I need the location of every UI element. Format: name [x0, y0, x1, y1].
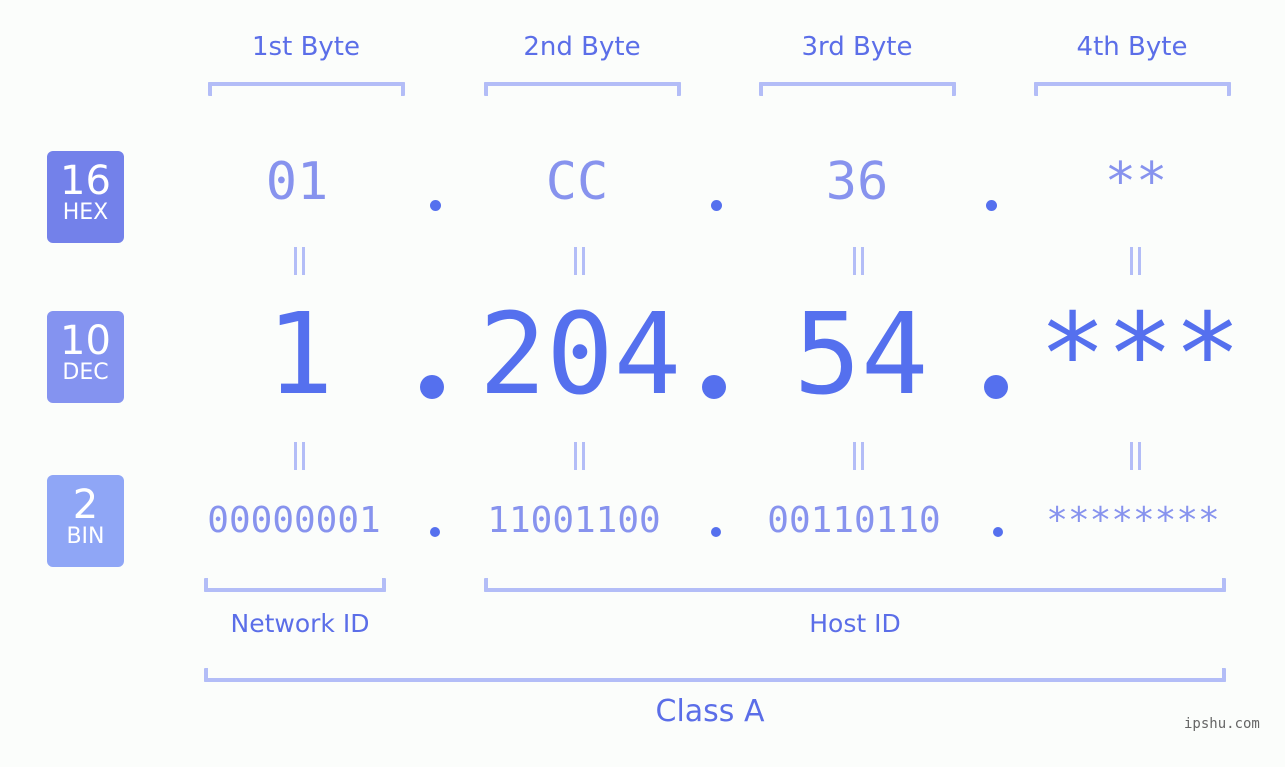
bin-value-3: 00110110: [767, 500, 941, 541]
hex-separator-dot-3: [986, 200, 997, 211]
bin-badge: 2 BIN: [47, 475, 124, 567]
byte-bracket-4: [1034, 82, 1231, 96]
dec-separator-dot-2: [702, 375, 726, 399]
hex-badge: 16 HEX: [47, 151, 124, 243]
hex-value-3: 36: [825, 152, 889, 212]
byte-header-1: 1st Byte: [252, 32, 360, 62]
byte-header-3: 3rd Byte: [801, 32, 913, 62]
bin-separator-dot-1: [430, 527, 440, 537]
dec-value-1: 1: [266, 290, 334, 420]
bin-badge-number: 2: [72, 482, 99, 528]
class-label: Class A: [655, 694, 765, 729]
dec-separator-dot-3: [984, 375, 1008, 399]
dec-value-3: 54: [793, 290, 929, 420]
dec-separator-dot-1: [420, 375, 444, 399]
network-id-bracket: [204, 578, 386, 592]
host-id-label: Host ID: [809, 609, 901, 638]
equals-icon: [292, 247, 306, 275]
hex-value-2: CC: [545, 152, 609, 212]
equals-icon: [851, 247, 865, 275]
bin-badge-label: BIN: [66, 524, 105, 549]
dec-value-2: 204: [478, 290, 682, 420]
dec-badge-number: 10: [60, 318, 111, 364]
equals-icon: [851, 442, 865, 470]
class-bracket: [204, 668, 1226, 682]
bin-separator-dot-2: [711, 527, 721, 537]
dec-value-4: ***: [1038, 290, 1242, 420]
hex-value-1: 01: [265, 152, 329, 212]
equals-icon: [1128, 247, 1142, 275]
dec-badge: 10 DEC: [47, 311, 124, 403]
byte-header-2: 2nd Byte: [523, 32, 641, 62]
byte-bracket-1: [208, 82, 405, 96]
hex-badge-label: HEX: [62, 200, 109, 225]
hex-value-4: **: [1104, 152, 1168, 212]
equals-icon: [572, 442, 586, 470]
host-id-bracket: [484, 578, 1226, 592]
hex-separator-dot-1: [430, 200, 441, 211]
dec-badge-label: DEC: [62, 360, 109, 385]
bin-value-4: ********: [1046, 500, 1220, 541]
watermark: ipshu.com: [1184, 716, 1260, 732]
bin-value-2: 11001100: [487, 500, 661, 541]
equals-icon: [572, 247, 586, 275]
byte-bracket-2: [484, 82, 681, 96]
bin-separator-dot-3: [993, 527, 1003, 537]
hex-badge-number: 16: [60, 158, 111, 204]
hex-separator-dot-2: [711, 200, 722, 211]
bin-value-1: 00000001: [207, 500, 381, 541]
network-id-label: Network ID: [230, 609, 370, 638]
byte-bracket-3: [759, 82, 956, 96]
equals-icon: [1128, 442, 1142, 470]
byte-header-4: 4th Byte: [1076, 32, 1188, 62]
equals-icon: [292, 442, 306, 470]
